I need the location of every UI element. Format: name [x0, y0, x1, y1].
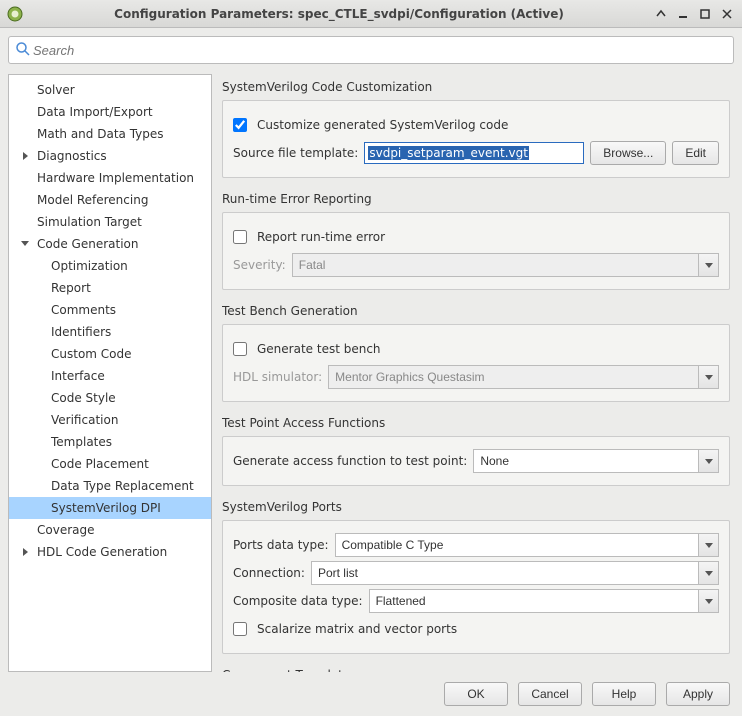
chevron-down-icon[interactable]	[698, 590, 718, 612]
section-testpoint: Generate access function to test point:	[222, 436, 730, 486]
tree-item-data-type-repl[interactable]: Data Type Replacement	[9, 475, 211, 497]
severity-value	[292, 253, 719, 277]
rollup-icon[interactable]	[652, 5, 670, 23]
tree-item-data-import-export[interactable]: Data Import/Export	[9, 101, 211, 123]
tree-item-hardware-impl[interactable]: Hardware Implementation	[9, 167, 211, 189]
titlebar: Configuration Parameters: spec_CTLE_svdp…	[0, 0, 742, 28]
tree-item-sv-dpi[interactable]: SystemVerilog DPI	[9, 497, 211, 519]
cancel-button[interactable]: Cancel	[518, 682, 582, 706]
section-runtime-title: Run-time Error Reporting	[222, 192, 730, 206]
tree-item-math-data-types[interactable]: Math and Data Types	[9, 123, 211, 145]
report-runtime-checkbox[interactable]	[233, 230, 247, 244]
nav-tree[interactable]: Solver Data Import/Export Math and Data …	[8, 74, 212, 672]
tree-item-optimization[interactable]: Optimization	[9, 255, 211, 277]
search-icon	[15, 41, 31, 60]
browse-button[interactable]: Browse...	[590, 141, 666, 165]
tree-item-sim-target[interactable]: Simulation Target	[9, 211, 211, 233]
help-button[interactable]: Help	[592, 682, 656, 706]
ok-button[interactable]: OK	[444, 682, 508, 706]
section-testbench: Generate test bench HDL simulator:	[222, 324, 730, 402]
hdl-sim-label: HDL simulator:	[233, 370, 322, 384]
tree-item-report[interactable]: Report	[9, 277, 211, 299]
section-ports: Ports data type: Connection: Composite d…	[222, 520, 730, 654]
tree-item-verification[interactable]: Verification	[9, 409, 211, 431]
composite-combo[interactable]	[369, 589, 719, 613]
search-input[interactable]	[31, 42, 727, 59]
severity-label: Severity:	[233, 258, 286, 272]
scalarize-checkbox[interactable]	[233, 622, 247, 636]
footer-buttons: OK Cancel Help Apply	[8, 672, 734, 708]
minimize-icon[interactable]	[674, 5, 692, 23]
ports-datatype-value	[335, 533, 719, 557]
tree-item-code-placement[interactable]: Code Placement	[9, 453, 211, 475]
hdl-sim-combo[interactable]	[328, 365, 719, 389]
customize-sv-label: Customize generated SystemVerilog code	[257, 118, 508, 132]
gen-testbench-label: Generate test bench	[257, 342, 381, 356]
ports-datatype-label: Ports data type:	[233, 538, 329, 552]
tree-item-code-gen[interactable]: Code Generation	[9, 233, 211, 255]
tree-item-code-style[interactable]: Code Style	[9, 387, 211, 409]
composite-label: Composite data type:	[233, 594, 363, 608]
section-svcode-title: SystemVerilog Code Customization	[222, 80, 730, 94]
gen-testbench-checkbox[interactable]	[233, 342, 247, 356]
source-template-label: Source file template:	[233, 146, 358, 160]
tree-item-identifiers[interactable]: Identifiers	[9, 321, 211, 343]
chevron-down-icon[interactable]	[698, 254, 718, 276]
tree-item-hdl-code-gen[interactable]: HDL Code Generation	[9, 541, 211, 563]
search-bar[interactable]	[8, 36, 734, 64]
source-template-input[interactable]: svdpi_setparam_event.vgt	[364, 142, 584, 164]
chevron-down-icon[interactable]	[698, 562, 718, 584]
testpoint-gen-label: Generate access function to test point:	[233, 454, 467, 468]
tree-item-custom-code[interactable]: Custom Code	[9, 343, 211, 365]
severity-combo[interactable]	[292, 253, 719, 277]
testpoint-gen-value	[473, 449, 719, 473]
testpoint-gen-combo[interactable]	[473, 449, 719, 473]
section-testbench-title: Test Bench Generation	[222, 304, 730, 318]
chevron-down-icon[interactable]	[698, 534, 718, 556]
connection-combo[interactable]	[311, 561, 719, 585]
apply-button[interactable]: Apply	[666, 682, 730, 706]
connection-label: Connection:	[233, 566, 305, 580]
customize-sv-checkbox[interactable]	[233, 118, 247, 132]
close-icon[interactable]	[718, 5, 736, 23]
section-ports-title: SystemVerilog Ports	[222, 500, 730, 514]
report-runtime-label: Report run-time error	[257, 230, 385, 244]
section-runtime: Report run-time error Severity:	[222, 212, 730, 290]
chevron-down-icon[interactable]	[698, 450, 718, 472]
ports-datatype-combo[interactable]	[335, 533, 719, 557]
composite-value	[369, 589, 719, 613]
edit-button[interactable]: Edit	[672, 141, 719, 165]
scalarize-label: Scalarize matrix and vector ports	[257, 622, 457, 636]
app-icon	[6, 5, 24, 23]
maximize-icon[interactable]	[696, 5, 714, 23]
tree-item-comments[interactable]: Comments	[9, 299, 211, 321]
section-svcode: Customize generated SystemVerilog code S…	[222, 100, 730, 178]
connection-value	[311, 561, 719, 585]
content-panel: SystemVerilog Code Customization Customi…	[222, 74, 734, 672]
tree-item-solver[interactable]: Solver	[9, 79, 211, 101]
section-testpoint-title: Test Point Access Functions	[222, 416, 730, 430]
window-title: Configuration Parameters: spec_CTLE_svdp…	[30, 7, 648, 21]
chevron-down-icon[interactable]	[698, 366, 718, 388]
tree-item-diagnostics[interactable]: Diagnostics	[9, 145, 211, 167]
tree-item-templates[interactable]: Templates	[9, 431, 211, 453]
tree-item-model-ref[interactable]: Model Referencing	[9, 189, 211, 211]
tree-item-coverage[interactable]: Coverage	[9, 519, 211, 541]
source-template-value: svdpi_setparam_event.vgt	[368, 146, 529, 160]
hdl-sim-value	[328, 365, 719, 389]
tree-item-interface[interactable]: Interface	[9, 365, 211, 387]
